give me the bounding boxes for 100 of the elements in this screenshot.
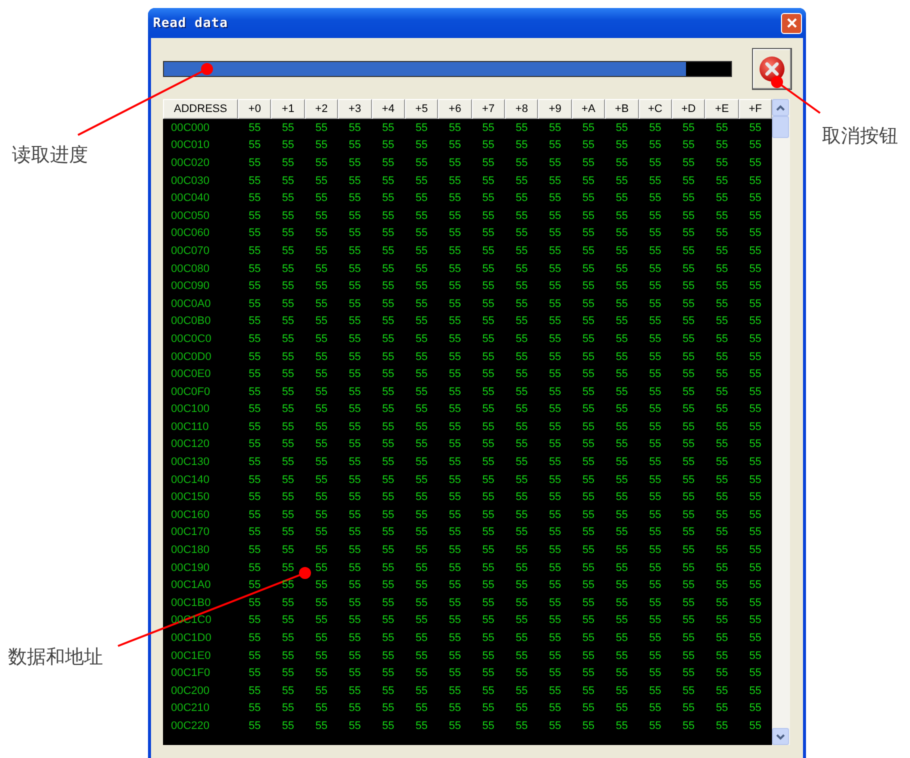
data-cell-text: 55 bbox=[714, 648, 730, 664]
data-cell-text: 55 bbox=[414, 262, 429, 277]
data-cell-text: 55 bbox=[648, 156, 662, 171]
data-cell-text: 55 bbox=[514, 174, 529, 189]
data-cell-text: 55 bbox=[448, 420, 462, 435]
address-cell-text: 00C030 bbox=[170, 174, 211, 189]
data-cell-text: 55 bbox=[581, 226, 596, 242]
data-cell-text: 55 bbox=[348, 666, 362, 682]
data-cell-text: 55 bbox=[481, 174, 496, 189]
data-cell-text: 55 bbox=[548, 350, 562, 365]
data-cell-text: 55 bbox=[681, 262, 696, 277]
column-header: +8 bbox=[505, 99, 538, 119]
data-cell-text: 55 bbox=[548, 543, 562, 558]
address-cell-text: 00C1D0 bbox=[170, 631, 212, 646]
data-cell-text: 55 bbox=[714, 367, 730, 382]
address-cell-text: 00C0C0 bbox=[170, 332, 212, 347]
data-cell-text: 55 bbox=[280, 718, 296, 734]
data-cell-text: 55 bbox=[280, 156, 296, 171]
data-cell-text: 55 bbox=[280, 596, 296, 611]
data-cell-text: 55 bbox=[648, 525, 662, 540]
data-cell-text: 55 bbox=[314, 402, 329, 418]
data-cell-text: 55 bbox=[548, 402, 562, 418]
data-cell-text: 55 bbox=[548, 314, 562, 330]
data-cell-text: 55 bbox=[581, 490, 596, 506]
scrollbar-thumb[interactable] bbox=[772, 116, 789, 138]
data-cell-text: 55 bbox=[448, 437, 462, 452]
data-cell-text: 55 bbox=[381, 156, 396, 171]
data-cell-text: 55 bbox=[614, 314, 629, 330]
data-cell-text: 55 bbox=[314, 208, 329, 224]
data-cell-text: 55 bbox=[448, 384, 462, 400]
data-cell-text: 55 bbox=[614, 420, 629, 435]
data-cell-text: 55 bbox=[280, 613, 296, 628]
data-cell-text: 55 bbox=[548, 666, 562, 682]
data-cell-text: 55 bbox=[748, 420, 762, 435]
data-cell-text: 55 bbox=[248, 437, 262, 452]
data-cell-text: 55 bbox=[481, 367, 496, 382]
data-cell-text: 55 bbox=[548, 648, 562, 664]
data-cell-text: 55 bbox=[514, 191, 529, 206]
data-cell-text: 55 bbox=[314, 420, 329, 435]
data-cell-text: 55 bbox=[348, 648, 362, 664]
data-cell-text: 55 bbox=[614, 174, 629, 189]
data-cell-text: 55 bbox=[348, 174, 362, 189]
data-cell-text: 55 bbox=[481, 508, 496, 523]
data-cell-text: 55 bbox=[748, 244, 762, 259]
data-cell-text: 55 bbox=[714, 490, 730, 506]
data-cell-text: 55 bbox=[248, 174, 262, 189]
data-cell-text: 55 bbox=[348, 367, 362, 382]
scroll-down-button[interactable] bbox=[772, 728, 789, 745]
close-button[interactable] bbox=[781, 12, 802, 34]
data-cell-text: 55 bbox=[581, 472, 596, 488]
data-cell-text: 55 bbox=[314, 244, 329, 259]
data-cell-text: 55 bbox=[348, 156, 362, 171]
data-cell-text: 55 bbox=[280, 631, 296, 646]
data-cell-text: 55 bbox=[481, 420, 496, 435]
data-cell-text: 55 bbox=[280, 191, 296, 206]
scroll-up-button[interactable] bbox=[772, 99, 789, 116]
data-cell-text: 55 bbox=[714, 402, 730, 418]
data-cell-text: 55 bbox=[614, 156, 629, 171]
address-cell-text: 00C110 bbox=[170, 420, 210, 435]
data-cell-text: 55 bbox=[714, 156, 730, 171]
data-cell-text: 55 bbox=[248, 138, 262, 154]
data-cell-text: 55 bbox=[381, 525, 396, 540]
data-cell-text: 55 bbox=[648, 244, 662, 259]
data-cell-text: 55 bbox=[248, 684, 262, 699]
data-cell-text: 55 bbox=[648, 314, 662, 330]
data-cell-text: 55 bbox=[714, 138, 730, 154]
cancel-button[interactable] bbox=[752, 48, 792, 90]
address-cell-text: 00C120 bbox=[170, 437, 211, 452]
data-cell-text: 55 bbox=[348, 578, 362, 594]
data-cell-text: 55 bbox=[548, 262, 562, 277]
data-cell-text: 55 bbox=[481, 314, 496, 330]
data-cell-text: 55 bbox=[414, 174, 429, 189]
data-cell-text: 55 bbox=[448, 578, 462, 594]
data-cell-text: 55 bbox=[348, 314, 362, 330]
data-cell-text: 55 bbox=[381, 455, 396, 470]
data-cell-text: 55 bbox=[248, 120, 262, 136]
data-cell-text: 55 bbox=[648, 296, 662, 312]
data-cell-text: 55 bbox=[614, 244, 629, 259]
data-cell-text: 55 bbox=[748, 472, 762, 488]
data-cell-text: 55 bbox=[381, 472, 396, 488]
data-cell-text: 55 bbox=[748, 279, 762, 294]
column-header: +A bbox=[572, 99, 606, 119]
data-cell-text: 55 bbox=[581, 420, 596, 435]
data-cell-text: 55 bbox=[681, 490, 696, 506]
data-cell-text: 55 bbox=[548, 437, 562, 452]
data-cell-text: 55 bbox=[514, 455, 529, 470]
data-cell-text: 55 bbox=[280, 508, 296, 523]
data-cell-text: 55 bbox=[614, 490, 629, 506]
window-title: Read data bbox=[153, 16, 228, 30]
data-cell-text: 55 bbox=[381, 279, 396, 294]
data-cell-text: 55 bbox=[748, 296, 762, 312]
data-cell-text: 55 bbox=[314, 666, 329, 682]
column-header: +0 bbox=[238, 99, 272, 119]
column-header: +D bbox=[672, 99, 706, 119]
data-cell-text: 55 bbox=[748, 684, 762, 699]
data-cell-text: 55 bbox=[481, 437, 496, 452]
data-cell-text: 55 bbox=[514, 226, 529, 242]
data-cell-text: 55 bbox=[648, 718, 662, 734]
data-cell-text: 55 bbox=[280, 525, 296, 540]
data-cell-text: 55 bbox=[448, 596, 462, 611]
